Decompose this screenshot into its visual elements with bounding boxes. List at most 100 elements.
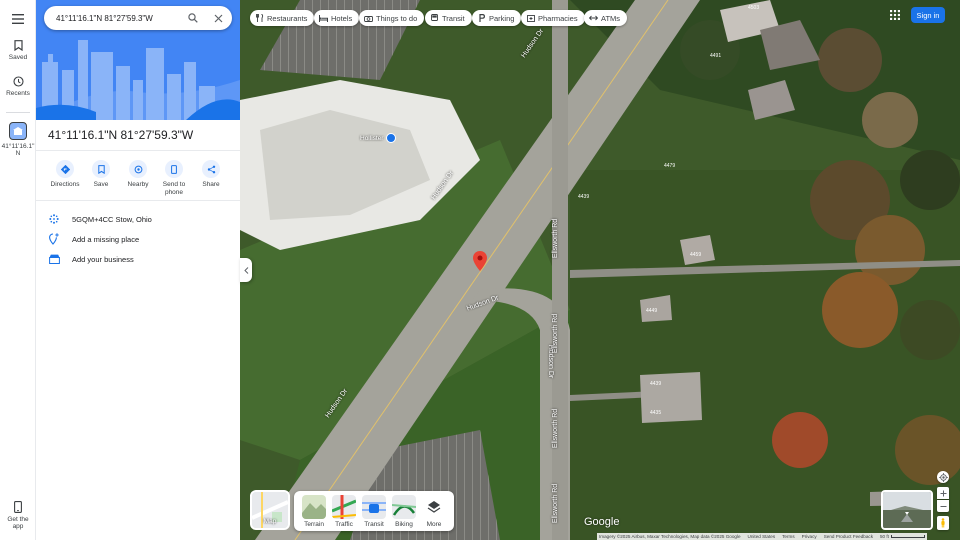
address-number: 4439 xyxy=(650,381,662,387)
traffic-icon xyxy=(332,495,356,519)
address-number: 4479 xyxy=(664,163,676,169)
layer-more[interactable]: More xyxy=(420,495,448,528)
layer-terrain[interactable]: Terrain xyxy=(300,495,328,528)
feedback-link[interactable]: Send Product Feedback xyxy=(824,534,873,539)
search-box xyxy=(44,6,232,30)
saved-label: Saved xyxy=(8,54,28,61)
scale-label[interactable]: 50 ft xyxy=(880,534,889,539)
plus-code-text: 5GQM+4CC Stow, Ohio xyxy=(72,214,152,224)
business-icon xyxy=(36,254,72,264)
layer-options: Terrain Traffic Transit Biking More xyxy=(294,491,454,531)
chip-parking[interactable]: Parking xyxy=(472,10,522,26)
chip-hotels[interactable]: Hotels xyxy=(314,10,360,26)
nearby-button[interactable]: Nearby xyxy=(119,160,157,189)
recents-label: Recents xyxy=(6,90,30,97)
address-number: 4491 xyxy=(710,53,722,59)
my-location-button[interactable] xyxy=(937,471,949,483)
terms-link[interactable]: Terms xyxy=(782,534,795,539)
bookmark-icon xyxy=(92,160,110,178)
add-missing-place-text: Add a missing place xyxy=(72,234,140,244)
search-button[interactable] xyxy=(186,11,200,25)
hotel-icon xyxy=(319,14,328,23)
layers-toggle[interactable]: Map xyxy=(250,490,290,530)
add-location-icon xyxy=(36,233,72,245)
history-icon xyxy=(11,74,25,88)
left-rail: Saved Recents 41°11'16.1" N Get the app xyxy=(0,0,36,540)
recent-place-label-1: 41°11'16.1" xyxy=(1,143,35,150)
share-button[interactable]: Share xyxy=(192,160,230,189)
street-view-image xyxy=(883,492,931,528)
google-apps-button[interactable] xyxy=(888,8,902,22)
save-button[interactable]: Save xyxy=(82,160,120,189)
bookmark-icon xyxy=(11,38,25,52)
collapse-panel-button[interactable] xyxy=(240,258,252,282)
road-label-ellsworth-4: Ellsworth Rd xyxy=(552,483,560,524)
layer-traffic[interactable]: Traffic xyxy=(330,495,358,528)
pharmacy-icon xyxy=(526,14,535,23)
menu-button[interactable] xyxy=(0,12,36,26)
chip-label: Things to do xyxy=(376,13,418,23)
place-thumbnail-icon xyxy=(9,122,27,140)
restaurant-icon xyxy=(255,14,264,23)
street-view-preview[interactable] xyxy=(881,490,933,530)
plus-icon xyxy=(940,490,946,496)
layer-biking[interactable]: Biking xyxy=(390,495,418,528)
nearby-label: Nearby xyxy=(127,181,149,188)
country-link[interactable]: United States xyxy=(748,534,776,539)
minus-icon xyxy=(940,505,946,507)
place-panel: 41°11'16.1"N 81°27'59.3"W Directions Sav… xyxy=(36,0,240,540)
road-label-ellsworth-2: Ellsworth Rd xyxy=(552,313,560,354)
zoom-out-button[interactable] xyxy=(937,500,949,512)
store-label-hollister[interactable]: Hollister xyxy=(360,133,397,143)
privacy-link[interactable]: Privacy xyxy=(802,534,817,539)
road-label-ellsworth-3: Ellsworth Rd xyxy=(552,408,560,449)
terrain-icon xyxy=(302,495,326,519)
send-to-phone-icon xyxy=(165,160,183,178)
section-divider xyxy=(36,200,240,201)
recents-button[interactable]: Recents xyxy=(0,74,36,97)
pegman-button[interactable] xyxy=(937,516,949,530)
recent-place-label-2: N xyxy=(15,150,21,157)
action-buttons: Directions Save Nearby Send to phone Sha… xyxy=(36,160,240,200)
layers-stack-icon xyxy=(422,495,446,519)
road-label-ellsworth-1: Ellsworth Rd xyxy=(552,218,560,259)
layer-traffic-label: Traffic xyxy=(335,521,353,528)
layer-transit[interactable]: Transit xyxy=(360,495,388,528)
address-number: 4439 xyxy=(578,194,590,200)
google-logo: Google xyxy=(584,516,620,528)
saved-button[interactable]: Saved xyxy=(0,38,36,61)
apps-grid-icon xyxy=(890,10,900,20)
chip-label: Parking xyxy=(489,13,515,23)
layers-label: Map xyxy=(263,518,277,525)
transit-icon xyxy=(430,14,439,23)
chip-atms[interactable]: ATMs xyxy=(584,10,628,26)
sign-in-button[interactable]: Sign in xyxy=(911,7,945,23)
place-title: 41°11'16.1"N 81°27'59.3"W xyxy=(48,128,194,142)
map-footer: Imagery ©2025 Airbus, Maxar Technologies… xyxy=(597,533,927,540)
phone-icon xyxy=(11,500,25,514)
plus-code-row[interactable]: 5GQM+4CC Stow, Ohio xyxy=(36,209,240,229)
imagery-attribution: Imagery ©2025 Airbus, Maxar Technologies… xyxy=(599,534,741,539)
my-location-icon xyxy=(938,472,948,482)
chip-things-to-do[interactable]: Things to do xyxy=(359,10,425,26)
chip-pharmacies[interactable]: Pharmacies xyxy=(521,10,585,26)
add-missing-place-row[interactable]: Add a missing place xyxy=(36,229,240,249)
chip-transit[interactable]: Transit xyxy=(425,10,472,26)
search-icon xyxy=(188,13,198,23)
chip-label: Pharmacies xyxy=(538,13,578,23)
section-divider xyxy=(36,150,240,151)
chip-label: Hotels xyxy=(331,13,353,23)
search-input[interactable] xyxy=(56,13,181,23)
chip-restaurants[interactable]: Restaurants xyxy=(250,10,315,26)
recent-place-button[interactable]: 41°11'16.1" N xyxy=(0,122,36,157)
add-business-row[interactable]: Add your business xyxy=(36,249,240,269)
get-app-button[interactable]: Get the app xyxy=(0,500,36,530)
satellite-map[interactable]: Hudson Dr Hudson Dr Hudson Dr Hudson Dr … xyxy=(240,0,960,540)
directions-button[interactable]: Directions xyxy=(46,160,84,189)
scale-bar xyxy=(890,535,925,538)
location-pin-icon[interactable] xyxy=(473,251,487,274)
clear-search-button[interactable] xyxy=(211,11,225,25)
zoom-in-button[interactable] xyxy=(937,487,949,499)
camera-icon xyxy=(364,14,373,23)
send-to-phone-button[interactable]: Send to phone xyxy=(155,160,193,197)
